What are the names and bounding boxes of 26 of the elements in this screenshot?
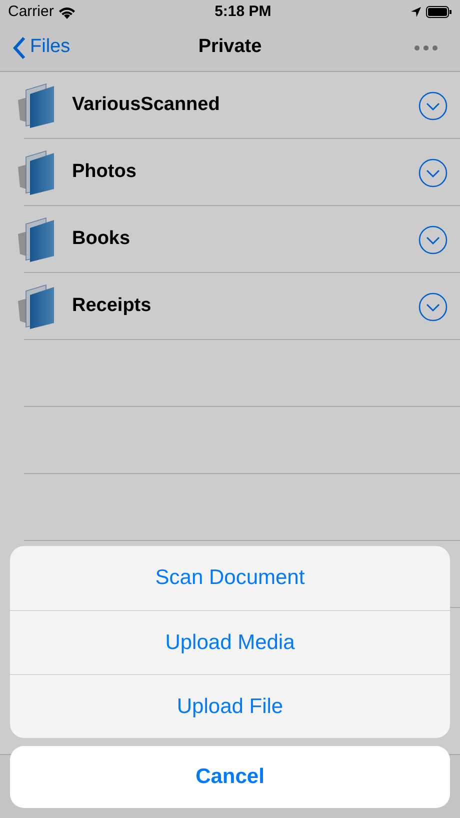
more-icon — [414, 44, 438, 50]
carrier-label: Carrier — [8, 2, 54, 22]
action-sheet-option[interactable]: Scan Document — [10, 546, 450, 610]
chevron-down-circle-icon[interactable] — [418, 224, 448, 254]
chevron-down-circle-icon[interactable] — [418, 292, 448, 322]
back-button[interactable]: Files — [12, 33, 70, 62]
action-sheet-option[interactable]: Upload Media — [10, 610, 450, 674]
wifi-icon — [58, 6, 76, 18]
folder-row[interactable]: Books — [0, 206, 460, 273]
folder-name: Books — [72, 227, 132, 252]
folder-row[interactable]: Receipts — [0, 273, 460, 340]
folder-name: Photos — [72, 160, 138, 184]
clock-time: 5:18 PM — [214, 2, 272, 22]
location-arrow-icon — [410, 6, 422, 18]
battery-icon — [426, 6, 452, 18]
cancel-button[interactable]: Cancel — [10, 746, 450, 808]
folder-row[interactable]: VariousScanned — [0, 72, 460, 139]
folder-name: Receipts — [72, 294, 152, 318]
action-sheet-option[interactable]: Upload File — [10, 674, 450, 738]
chevron-left-icon — [12, 36, 26, 60]
chevron-down-circle-icon[interactable] — [418, 158, 448, 188]
more-button[interactable] — [414, 44, 438, 50]
chevron-down-circle-icon[interactable] — [418, 90, 448, 120]
folder-row[interactable]: Photos — [0, 139, 460, 206]
folder-name: VariousScanned — [72, 93, 221, 118]
nav-title: Private — [198, 35, 262, 60]
